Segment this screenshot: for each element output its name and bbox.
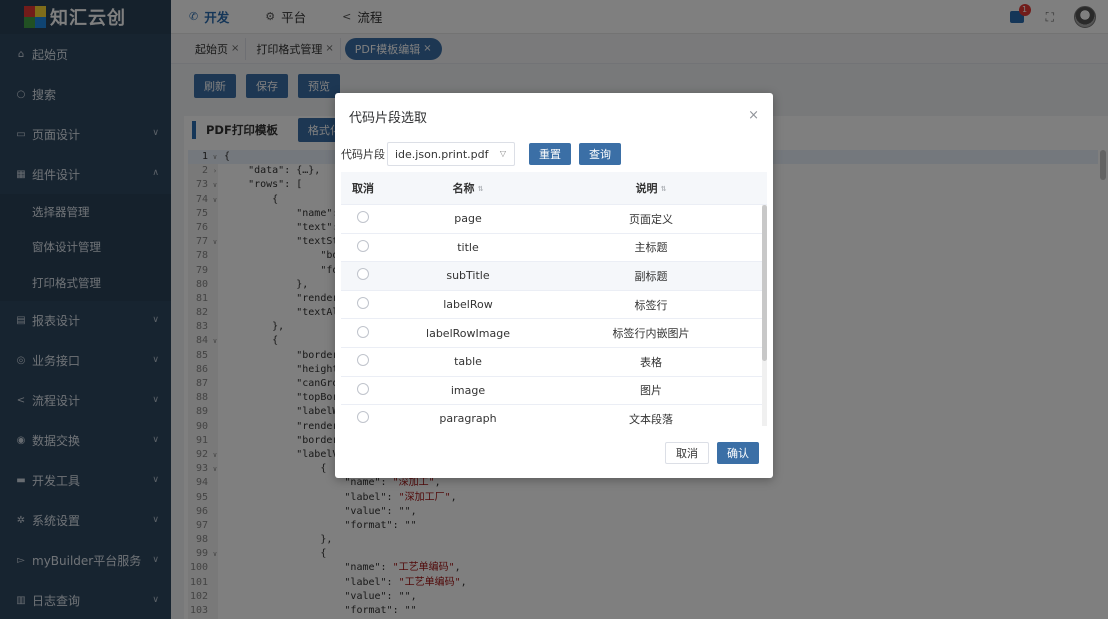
confirm-button[interactable]: 确认 xyxy=(717,442,759,464)
select-cell xyxy=(341,354,385,369)
table-row[interactable]: page 页面定义 xyxy=(341,205,767,234)
radio-button[interactable] xyxy=(357,211,369,224)
table-row[interactable]: table 表格 xyxy=(341,348,767,377)
dialog-title: 代码片段选取 xyxy=(349,110,428,126)
query-button[interactable]: 查询 xyxy=(579,143,621,165)
column-desc[interactable]: 说明 ⇅ xyxy=(551,180,751,196)
chevron-down-icon: ▽ xyxy=(499,149,506,158)
desc-cell: 页面定义 xyxy=(629,212,673,226)
snippet-table: 取消 名称 ⇅ 说明 ⇅ page 页面定义 title 主标题 subTitle 副标题 la… xyxy=(341,172,767,426)
table-scrollbar[interactable] xyxy=(762,205,767,426)
table-row[interactable]: title 主标题 xyxy=(341,234,767,263)
column-name-label: 名称 xyxy=(452,182,475,195)
snippet-dialog: 代码片段选取 × 代码片段 ide.json.print.pdf ▽ 重置 查询… xyxy=(335,93,773,478)
table-row[interactable]: labelRow 标签行 xyxy=(341,291,767,320)
column-name[interactable]: 名称 ⇅ xyxy=(385,180,551,196)
name-cell: title xyxy=(457,240,479,254)
desc-cell: 主标题 xyxy=(634,241,668,255)
radio-button[interactable] xyxy=(357,297,369,310)
column-select[interactable]: 取消 xyxy=(341,180,385,196)
desc-cell: 文本段落 xyxy=(629,412,673,426)
name-cell: table xyxy=(454,355,482,369)
desc-cell: 标签行 xyxy=(634,298,668,312)
select-cell xyxy=(341,297,385,312)
close-icon[interactable]: × xyxy=(748,108,759,123)
select-cell xyxy=(341,325,385,341)
radio-button[interactable] xyxy=(357,239,369,252)
select-cell xyxy=(341,211,385,226)
name-cell: paragraph xyxy=(439,412,497,426)
table-header: 取消 名称 ⇅ 说明 ⇅ xyxy=(341,172,767,205)
name-cell: labelRow xyxy=(443,298,493,312)
select-cell xyxy=(341,411,385,426)
table-row[interactable]: labelRowImage 标签行内嵌图片 xyxy=(341,319,767,348)
radio-button[interactable] xyxy=(357,411,369,424)
desc-cell: 副标题 xyxy=(634,269,668,283)
snippet-select[interactable]: ide.json.print.pdf ▽ xyxy=(387,142,515,166)
desc-cell: 表格 xyxy=(640,355,662,369)
name-cell: labelRowImage xyxy=(426,326,510,340)
table-row[interactable]: subTitle 副标题 xyxy=(341,262,767,291)
radio-button[interactable] xyxy=(357,354,369,367)
sort-icon[interactable]: ⇅ xyxy=(661,185,667,193)
filter-label: 代码片段 xyxy=(341,148,385,161)
desc-cell: 图片 xyxy=(640,384,662,398)
table-scroll-thumb[interactable] xyxy=(762,205,767,361)
name-cell: page xyxy=(454,212,482,226)
cancel-button[interactable]: 取消 xyxy=(665,442,709,464)
radio-button[interactable] xyxy=(357,268,369,281)
sort-icon[interactable]: ⇅ xyxy=(478,185,484,193)
filter-bar: 代码片段 ide.json.print.pdf ▽ 重置 查询 xyxy=(341,142,621,166)
name-cell: image xyxy=(450,383,486,397)
column-desc-label: 说明 xyxy=(635,182,658,195)
desc-cell: 标签行内嵌图片 xyxy=(612,327,690,341)
select-cell xyxy=(341,268,385,283)
radio-button[interactable] xyxy=(357,382,369,395)
table-row[interactable]: image 图片 xyxy=(341,377,767,406)
reset-button[interactable]: 重置 xyxy=(529,143,571,165)
name-cell: subTitle xyxy=(446,269,490,283)
radio-button[interactable] xyxy=(357,325,369,338)
select-cell xyxy=(341,239,385,255)
table-row[interactable]: paragraph 文本段落 xyxy=(341,405,767,426)
select-cell xyxy=(341,382,385,398)
snippet-select-value: ide.json.print.pdf xyxy=(395,147,489,161)
